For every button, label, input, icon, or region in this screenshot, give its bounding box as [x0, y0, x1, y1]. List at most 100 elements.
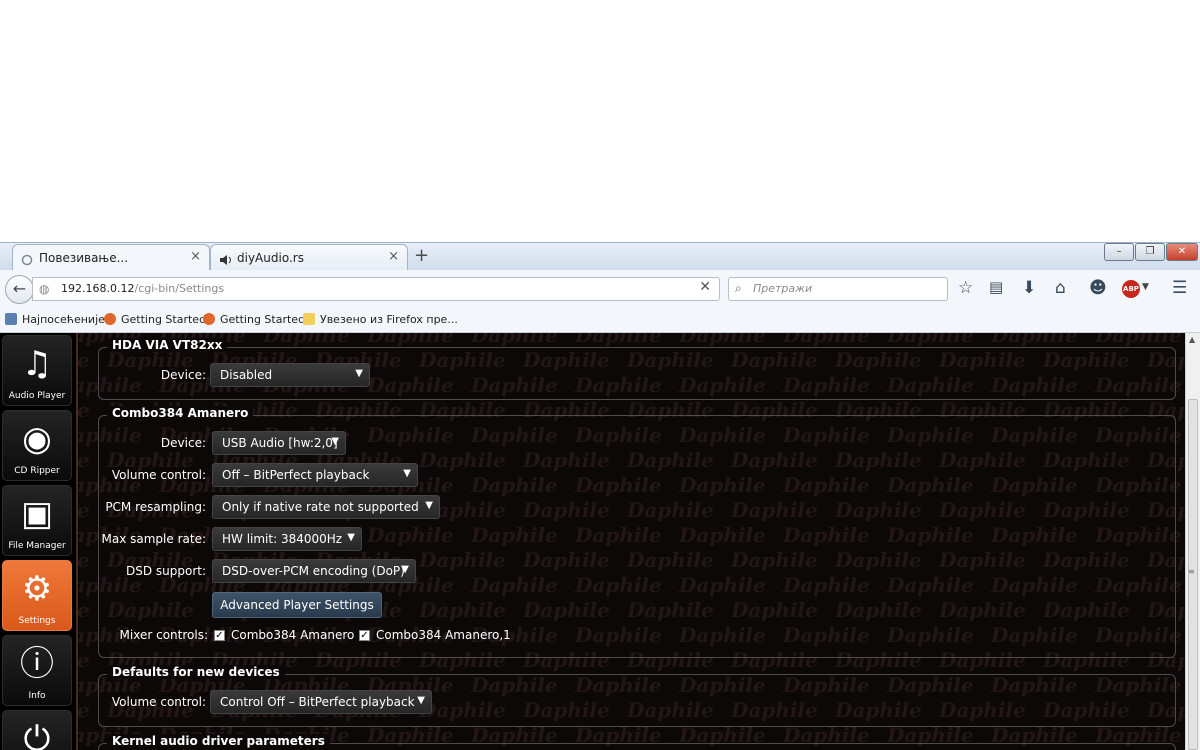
pcm-resampling-label: PCM resampling: [105, 500, 206, 514]
mixer-checkbox-2[interactable]: ✓ [359, 630, 370, 641]
watermark-text: Daphile [991, 333, 1078, 347]
adblock-icon[interactable]: ABP [1122, 280, 1140, 298]
vertical-scrollbar[interactable]: ▲ ≡ [1185, 333, 1200, 750]
sidebar-item-label: Info [28, 691, 46, 701]
window-controls: – ❐ ✕ [1103, 243, 1198, 261]
url-text[interactable]: 192.168.0.12/cgi-bin/Settings [61, 282, 224, 295]
group-legend: HDA VIA VT82xx [107, 338, 228, 352]
firefox-icon [203, 313, 215, 325]
sidebar-item-label: Settings [18, 616, 56, 626]
back-button[interactable]: ← [5, 275, 34, 304]
sidebar-item-label: CD Ripper [14, 466, 60, 476]
sidebar-item-audio-player[interactable]: ♫ Audio Player [2, 335, 72, 406]
chevron-down-icon: ▼ [401, 564, 409, 575]
tab-diyaudio[interactable]: diyAudio.rs × [210, 244, 408, 270]
combo-device-select[interactable]: USB Audio [hw:2,0] ▼ [212, 431, 346, 455]
tab-title: Повезивање... [39, 251, 129, 265]
sidebar: ♫ Audio Player ◉ CD Ripper ▣ File Manage… [0, 333, 78, 750]
bookmark-getting-started-2[interactable]: Getting Started [203, 313, 305, 326]
watermark-text: Daphile [367, 333, 454, 347]
home-icon[interactable]: ⌂ [1055, 278, 1066, 298]
mixer-checkbox-label: Combo384 Amanero [231, 628, 355, 642]
hda-device-select[interactable]: Disabled ▼ [210, 363, 370, 387]
chevron-down-icon: ▼ [403, 468, 411, 479]
sidebar-item-label: File Manager [8, 541, 66, 551]
folder-icon [303, 313, 315, 325]
address-bar[interactable]: ◍ 192.168.0.12/cgi-bin/Settings ✕ [32, 277, 720, 301]
volume-control-select[interactable]: Off – BitPerfect playback ▼ [212, 463, 418, 487]
max-sample-rate-select[interactable]: HW limit: 384000Hz ▼ [212, 527, 362, 551]
blank-area [0, 0, 1200, 242]
sidebar-item-settings[interactable]: ⚙ Settings [2, 560, 72, 631]
sidebar-item-cd-ripper[interactable]: ◉ CD Ripper [2, 410, 72, 481]
bookmark-imported-folder[interactable]: Увезено из Firefox пре... [303, 313, 458, 326]
sidebar-item-power[interactable]: ⏻ [2, 710, 72, 750]
info-icon: ⓘ [20, 644, 54, 684]
volume-control-label: Volume control: [111, 468, 206, 482]
gears-icon: ⚙ [21, 569, 53, 609]
tab-close-icon[interactable]: × [388, 249, 399, 264]
search-icon: ⌕ [735, 281, 742, 295]
watermark-text: Daphile [1095, 333, 1182, 347]
group-legend: Defaults for new devices [107, 665, 285, 679]
watermark-text: Daphile [783, 333, 870, 347]
navigation-bar: ← ◍ 192.168.0.12/cgi-bin/Settings ✕ ⌕ Пр… [0, 270, 1200, 309]
star-icon[interactable]: ☆ [958, 278, 973, 298]
close-window-button[interactable]: ✕ [1166, 243, 1198, 261]
tab-connecting[interactable]: Повезивање... × [12, 244, 210, 270]
restore-button[interactable]: ❐ [1135, 243, 1165, 261]
watermark-text: Daphile [887, 333, 974, 347]
device-label: Device: [160, 436, 206, 450]
disc-icon: ◉ [22, 419, 52, 459]
group-kernel: Kernel audio driver parameters [98, 734, 1176, 750]
device-label: Device: [160, 368, 206, 382]
watermark-text: Daphile [471, 333, 558, 347]
bookmarks-bar: Најпосећеније Getting Started Getting St… [0, 308, 1200, 333]
max-sample-rate-label: Max sample rate: [101, 532, 206, 546]
grip-icon: ≡ [1188, 567, 1195, 576]
advanced-player-settings-button[interactable]: Advanced Player Settings [212, 592, 382, 618]
reading-list-icon[interactable]: ▤ [989, 278, 1003, 296]
minimize-button[interactable]: – [1104, 243, 1134, 261]
loading-icon [21, 251, 33, 266]
new-tab-button[interactable]: + [414, 245, 429, 266]
sidebar-item-label: Audio Player [8, 391, 66, 401]
bookmark-getting-started[interactable]: Getting Started [104, 313, 206, 326]
bookmark-most-visited[interactable]: Најпосећеније [5, 313, 105, 326]
back-arrow-icon: ← [12, 279, 27, 298]
page-content: Daphile Daphile Daphile Daphile Daphile Daphi… [0, 333, 1200, 750]
group-legend: Kernel audio driver parameters [107, 734, 330, 748]
mixer-controls-label: Mixer controls: [119, 628, 208, 642]
music-note-icon: ♫ [21, 344, 53, 384]
tab-close-icon[interactable]: × [190, 249, 201, 264]
mixer-checkbox-label: Combo384 Amanero,1 [376, 628, 511, 642]
chevron-down-icon: ▼ [355, 368, 363, 379]
scroll-up-icon[interactable]: ▲ [1189, 335, 1195, 344]
mixer-checkbox-1[interactable]: ✓ [214, 630, 225, 641]
watermark-text: Daphile [575, 333, 662, 347]
search-placeholder: Претражи [753, 282, 813, 295]
pcm-resampling-select[interactable]: Only if native rate not supported ▼ [212, 495, 440, 519]
watermark-text: Daphile [263, 333, 350, 347]
firefox-icon [104, 313, 116, 325]
bookmark-icon [5, 313, 17, 325]
speaker-icon [219, 251, 231, 265]
sidebar-item-info[interactable]: ⓘ Info [2, 635, 72, 706]
chevron-down-icon: ▼ [417, 695, 425, 706]
power-icon: ⏻ [23, 719, 51, 750]
clear-url-icon[interactable]: ✕ [699, 279, 711, 295]
sidebar-item-file-manager[interactable]: ▣ File Manager [2, 485, 72, 556]
dsd-support-label: DSD support: [125, 564, 206, 578]
chat-icon[interactable]: ☻ [1089, 278, 1107, 298]
menu-icon[interactable]: ☰ [1172, 278, 1187, 298]
tab-title: diyAudio.rs [237, 251, 304, 265]
chevron-down-icon[interactable]: ▼ [1142, 282, 1149, 292]
dsd-support-select[interactable]: DSD-over-PCM encoding (DoP) ▼ [212, 559, 416, 583]
chevron-down-icon: ▼ [347, 532, 355, 543]
globe-icon: ◍ [39, 282, 50, 296]
search-input[interactable]: ⌕ Претражи [728, 277, 948, 301]
default-volume-control-select[interactable]: Control Off – BitPerfect playback ▼ [210, 690, 432, 714]
box-icon: ▣ [20, 494, 54, 534]
download-icon[interactable]: ⬇ [1022, 278, 1036, 298]
default-volume-control-label: Volume control: [111, 695, 206, 709]
